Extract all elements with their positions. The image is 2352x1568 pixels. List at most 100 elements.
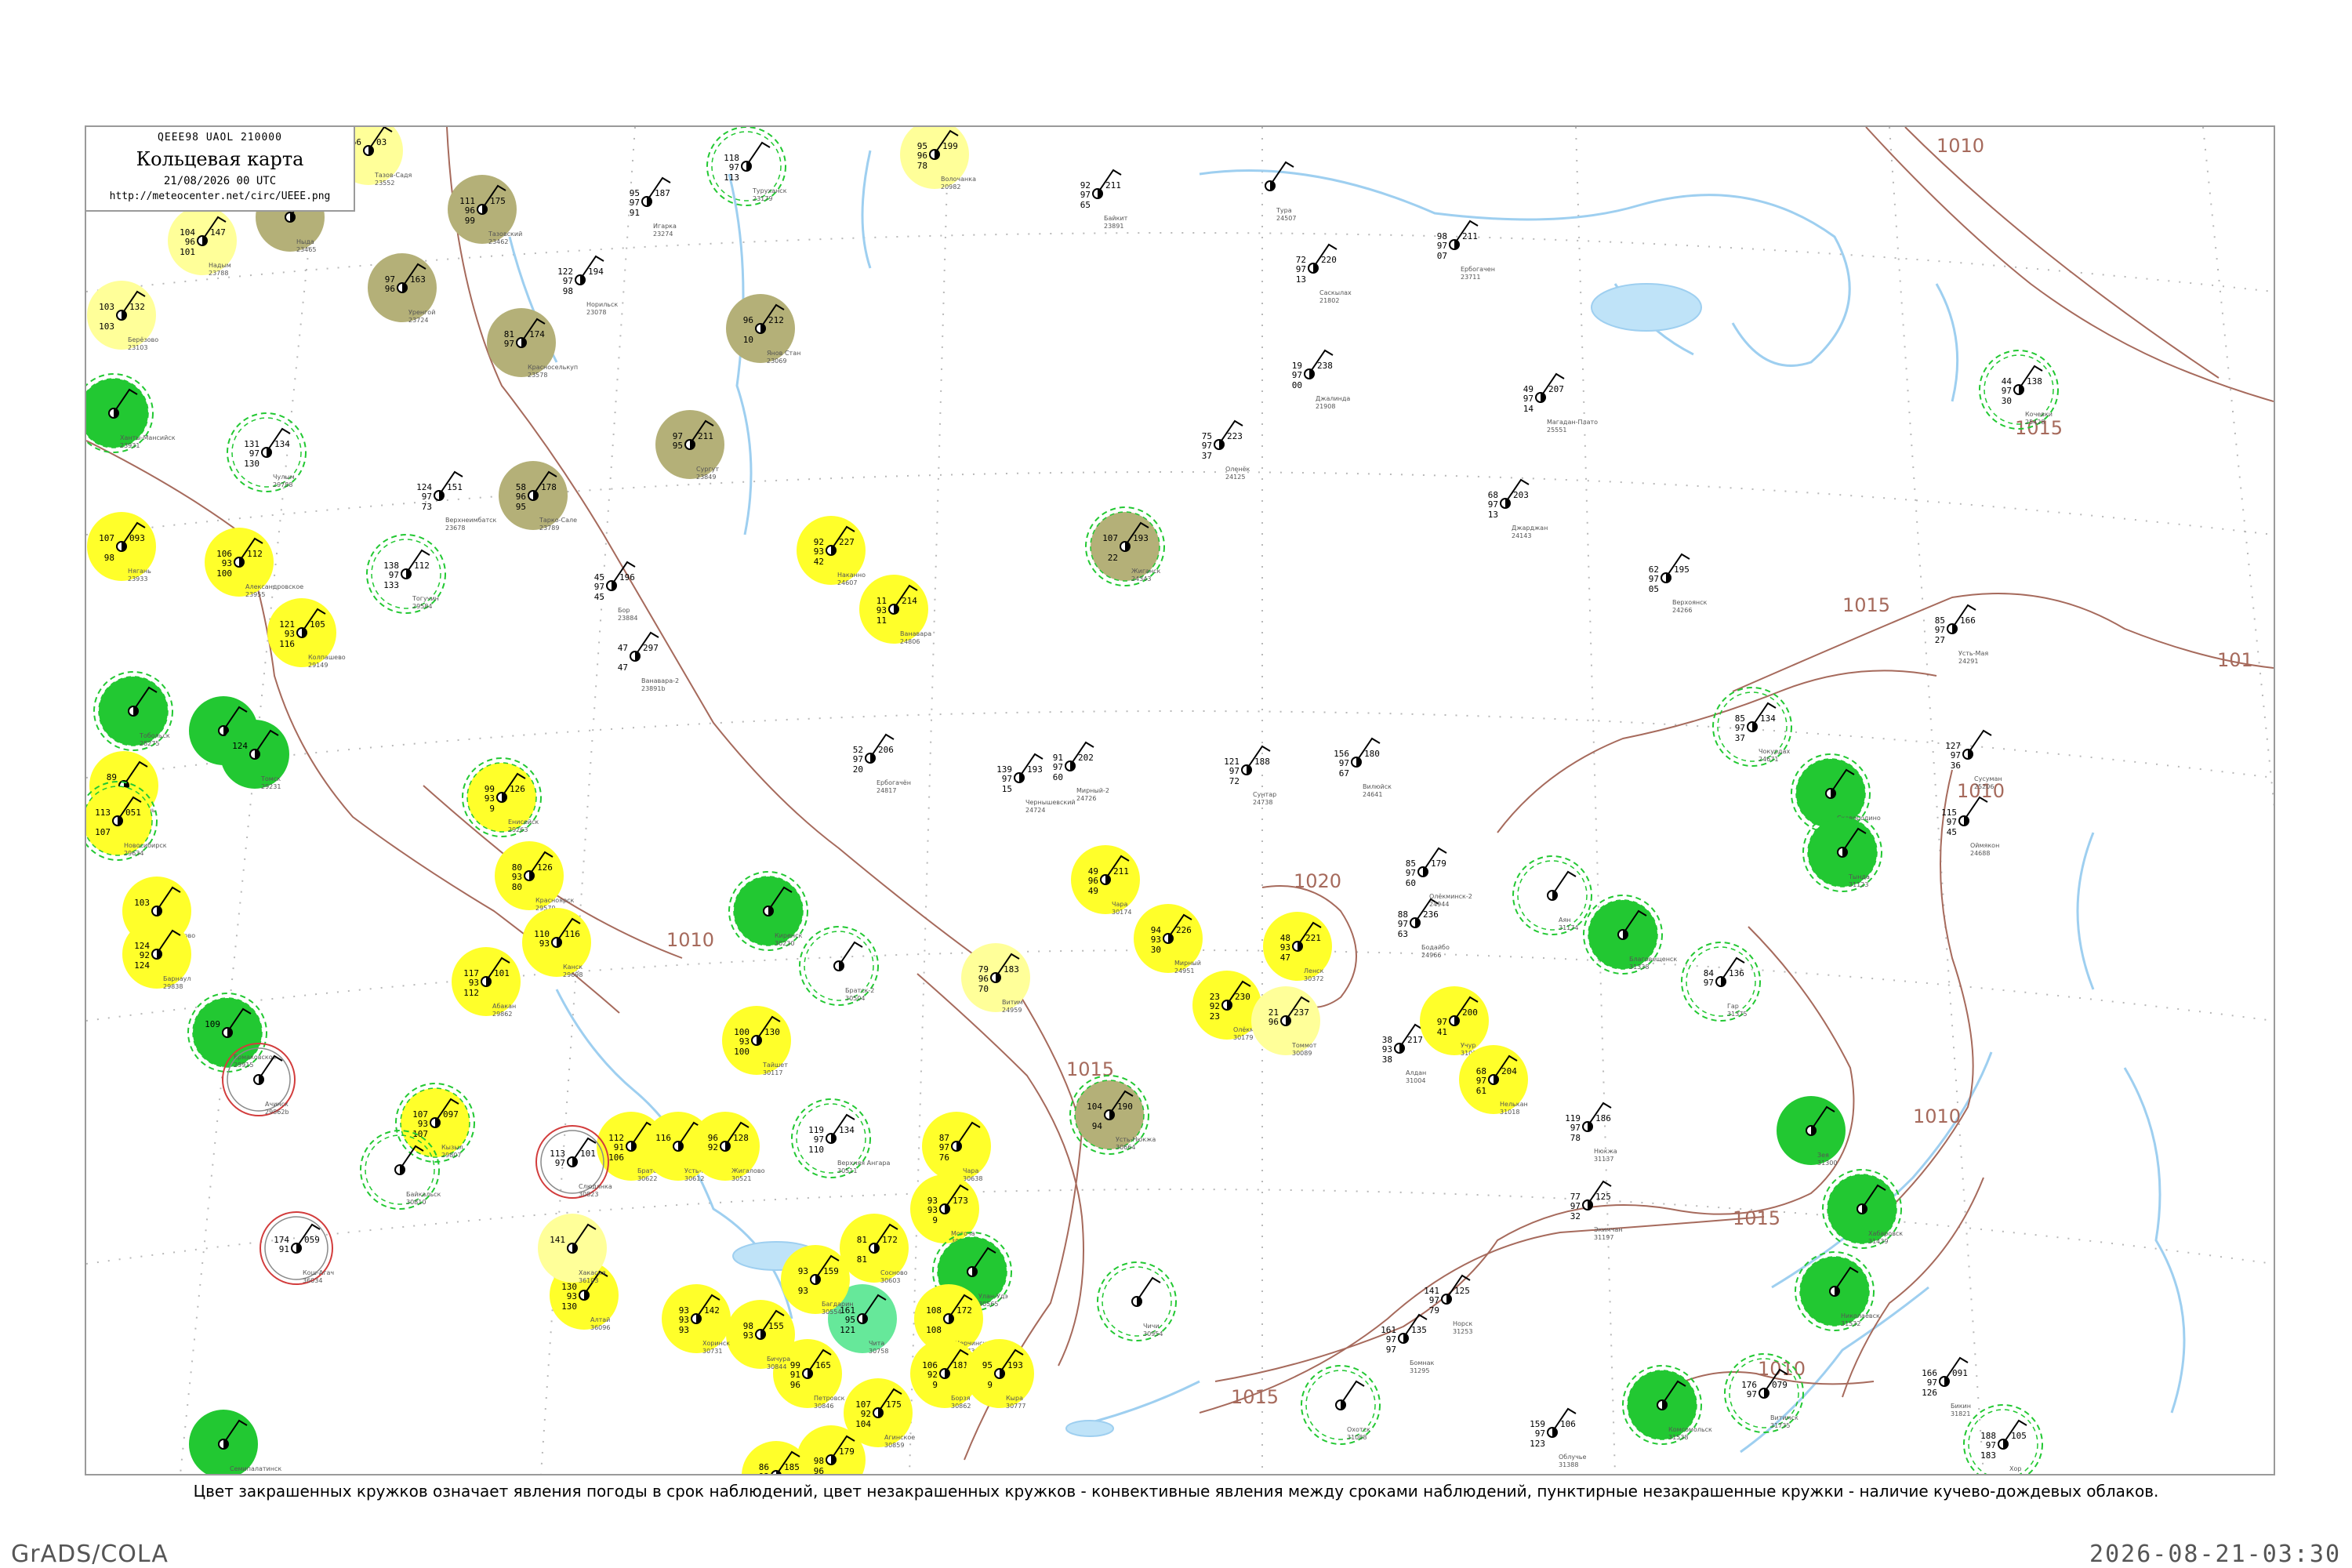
station-31088[interactable]: Охотск31088 (1301, 1365, 1381, 1445)
station-30504[interactable]: Братск-230504 (799, 926, 879, 1006)
station-31174[interactable]: Аян31174 (1512, 855, 1592, 935)
station-31197[interactable]: 779732125Экимчан31197 (1570, 1180, 1623, 1241)
station-24959[interactable]: 799670183Витим24959 (961, 943, 1030, 1014)
station-36103[interactable]: 141 Хакасия36103 (538, 1214, 607, 1284)
station-31011[interactable]: 9741200Учур31011 (1420, 986, 1489, 1057)
station-index: 29698 (563, 971, 583, 978)
station-29788[interactable]: 13197130134Чулым29788 (227, 412, 307, 492)
station-23179[interactable]: 11897113Туруханск23179 (706, 127, 787, 206)
station-23711[interactable]: 989707211Ербогачен23711 (1437, 220, 1495, 281)
station-29807[interactable]: 10793107097Кызыл29807 (395, 1083, 475, 1163)
station-31123[interactable]: Тында31123 (1802, 812, 1882, 892)
station-23891b[interactable]: 47 47 297 Ванавара-223891b (618, 631, 679, 692)
station-24641[interactable]: 1569767180Вилюйск24641 (1334, 737, 1392, 798)
station-value-c: 130 (561, 1301, 577, 1312)
station-29862[interactable]: 11793112101Абакан29862 (452, 947, 521, 1018)
station-30777[interactable]: 95 9 193 Кыра30777 (965, 1339, 1034, 1410)
station-31375[interactable]: 8497136Гар31375 (1681, 942, 1761, 1022)
station-31388[interactable]: 15997123106Облучье31388 (1530, 1407, 1587, 1468)
station-23849[interactable]: 9795211Сургут23849 (655, 410, 724, 481)
station-23069[interactable]: 96 10 212 Янов Стан23069 (726, 294, 800, 365)
station-29838[interactable]: 12492124Барнаул29838 (122, 920, 191, 990)
station-31538[interactable]: Комсомольск31538 (1622, 1365, 1712, 1445)
station-23678[interactable]: 1249773151Верхнеимбатск23678 (416, 470, 497, 532)
station-index: 31538 (1668, 1434, 1688, 1441)
station-name: Нелькан (1500, 1101, 1528, 1108)
station-23724[interactable]: 9796163Уренгой23724 (368, 253, 437, 324)
station-index: 30565 (978, 1301, 998, 1308)
station-30638[interactable]: 879776Чара30638 (922, 1112, 991, 1182)
station-21908[interactable]: 199700238Джалинда21908 (1292, 349, 1351, 410)
station-30954[interactable]: Чичи30954 (1097, 1261, 1177, 1341)
station-29584[interactable]: 13897133112Тогучин29584 (366, 534, 446, 614)
station-24671[interactable]: 859737134Чокурдах24671 (1712, 687, 1792, 767)
station-23933[interactable]: 107 98 093 Нягань23933 (87, 512, 156, 583)
station-value-t: 97 (814, 1134, 824, 1145)
station-24944[interactable]: 859760179Олёкминск-224944 (1406, 847, 1472, 908)
station-23931[interactable]: Ханты-Мансийск23931 (86, 373, 176, 453)
station-30636[interactable]: 93939173Могоча30636 (910, 1174, 979, 1245)
station-23274[interactable]: 959791187Игарка23274 (630, 176, 677, 238)
station-value-t: 93 (927, 1205, 938, 1215)
station-31338[interactable]: Благовещенск31338 (1583, 895, 1677, 975)
station-31821[interactable]: 16697126091Бикин31821 (1922, 1356, 1971, 1417)
station-23462[interactable]: 1119699175Тазовский23462 (448, 175, 522, 245)
station-31754[interactable]: 18897183105Хор31754 (1963, 1404, 2043, 1474)
station-30089[interactable]: 2196237Томмот30089 (1251, 986, 1320, 1057)
station-23578[interactable]: 8197174Красноселькуп23578 (487, 308, 578, 379)
station-24738[interactable]: 1219772188Сунтар24738 (1224, 745, 1276, 806)
station-30372[interactable]: 489347221Ленск30372 (1263, 912, 1332, 982)
station-value-c: 63 (1398, 929, 1408, 939)
station-24343[interactable]: 107 22 193 Жиганск24343 (1085, 506, 1165, 586)
station-29570[interactable]: 809380126Красноярск29570 (495, 841, 574, 912)
station-29915[interactable]: 109Ермаковское29915 (187, 993, 277, 1073)
station-24951[interactable]: 949330226Мирный24951 (1134, 904, 1203, 975)
station-31137[interactable]: 1199778186Нюкжа31137 (1565, 1102, 1617, 1163)
station-28275[interactable]: Тобольск28275 (93, 671, 173, 751)
station-31018[interactable]: 689761204Нелькан31018 (1459, 1045, 1528, 1116)
station-23789[interactable]: 589695178Тарко-Сале23789 (499, 461, 577, 532)
station-30117[interactable]: 10093100130Тайшет30117 (722, 1006, 791, 1076)
station-30731[interactable]: 939393142Хоринск30731 (662, 1284, 731, 1355)
station-30844[interactable]: 9893155Бичура30844 (726, 1300, 795, 1370)
station-24726[interactable]: 919760202Мирный-224726 (1053, 741, 1109, 802)
station-29263[interactable]: 99939126Енисейск29263 (462, 757, 542, 837)
station-25551[interactable]: 499714207Магадан-Плато25551 (1523, 372, 1598, 434)
station-23884[interactable]: 459745196Бор23884 (594, 561, 638, 622)
station-23078[interactable]: 1229798194Норильск23078 (557, 255, 618, 316)
station-23955[interactable]: 10693100112Александровское23955 (205, 528, 303, 598)
station-value-b: 195 (1674, 564, 1690, 575)
station-30174[interactable]: 499649211Чара30174 (1071, 845, 1140, 916)
isobar-label: 1020 (1294, 870, 1341, 892)
station-24607[interactable]: 929342227Наканно24607 (797, 516, 866, 586)
station-23788[interactable]: 10496101147Надым23788 (168, 206, 237, 277)
station-30230[interactable]: Киренск30230 (728, 871, 808, 951)
station-30603[interactable]: 81 81 172 Сосново30603 (840, 1214, 909, 1284)
station-24688[interactable]: 1159745Оймякон24688 (1941, 796, 1999, 857)
station-value-b: 185 (784, 1462, 800, 1472)
station-36034[interactable]: 17491059Кош-Агач36034 (260, 1211, 334, 1285)
station-29149[interactable]: 12193116105Колпашево29149 (267, 598, 346, 669)
station-36177[interactable]: Семипалатинск36177 (189, 1410, 281, 1474)
station-31300[interactable]: Зея31300 (1777, 1096, 1846, 1167)
station-31004[interactable]: 389338217Алдан31004 (1382, 1023, 1427, 1084)
station-29698[interactable]: 11093116Канск29698 (522, 908, 591, 978)
station-24966[interactable]: 889763236Бодайбо24966 (1398, 898, 1450, 959)
station-value-c: 121 (840, 1325, 855, 1335)
station-24291[interactable]: 859727166Усть-Мая24291 (1935, 604, 1989, 665)
station-31439[interactable]: Хабаровск31439 (1822, 1169, 1903, 1249)
station-30664[interactable]: 104 94 190 Усть-Нюкжа30664 (1069, 1075, 1156, 1155)
station-24143[interactable]: 689713203Джарджан24143 (1488, 478, 1548, 539)
station-30511[interactable]: 11997110134Верхняя Ангара30511 (791, 1098, 891, 1178)
station-24817[interactable]: 529720206Ербогачён24817 (853, 733, 911, 794)
station-20982[interactable]: 959678199Волочанка20982 (900, 127, 976, 191)
station-21802[interactable]: 729713220Саскылах21802 (1296, 243, 1352, 304)
station-24806[interactable]: 119311214Ванавара24806 (859, 575, 931, 645)
station-24125[interactable]: 759737223Оленёк24125 (1202, 419, 1250, 481)
station-24266[interactable]: 629705195Верхоянск24266 (1649, 553, 1708, 614)
station-25206[interactable]: 1279736Сусуман25206 (1945, 729, 2002, 790)
station-23891[interactable]: 929765211Байкит23891 (1080, 169, 1128, 230)
station-29231[interactable]: 124 Томск29231 (220, 720, 289, 790)
station-24724[interactable]: 1399715193Чернышевский24724 (996, 753, 1076, 814)
station-23103[interactable]: 103 103 132 Берёзово23103 (87, 281, 158, 351)
